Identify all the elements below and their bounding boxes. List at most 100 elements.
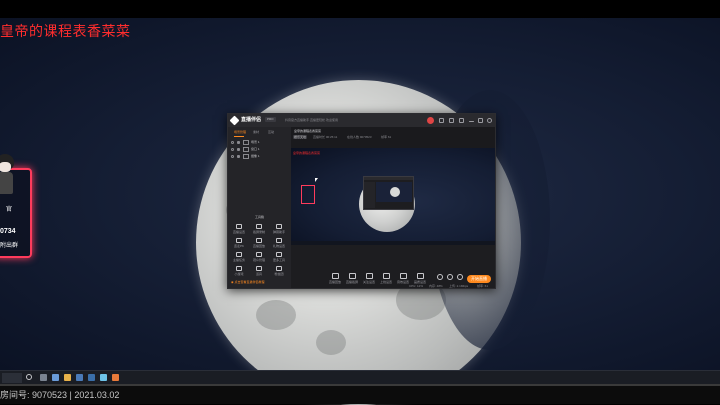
tool-label: 道具 xyxy=(255,272,262,276)
user-avatar-icon[interactable] xyxy=(427,117,434,124)
active-tab-indicator xyxy=(234,136,244,137)
stream-title-overlay: 皇帝的课程表香菜菜 xyxy=(0,23,131,39)
tool-label: 截屏录制 xyxy=(252,230,265,234)
preview-overlay-title: 皇帝的课程表香菜菜 xyxy=(293,151,321,155)
visibility-icon[interactable] xyxy=(231,155,234,158)
bottom-toolbar: 直播回放 直播截屏 关注设置 上线设置 音效设置 画质设置 开始直播 xyxy=(291,245,495,288)
camera-toggle-icon[interactable] xyxy=(457,274,463,280)
app-icon[interactable] xyxy=(88,374,95,381)
camera-icon xyxy=(349,273,356,279)
card-text-line3: 附出群 xyxy=(0,243,19,249)
scene-label: 摄像 1 xyxy=(251,154,260,158)
moon-crater xyxy=(256,300,296,330)
tool-task[interactable]: 主播任务 xyxy=(230,252,248,263)
fps-readout: 帧率 61 xyxy=(381,135,392,139)
tool-audience[interactable]: 观众管理 xyxy=(250,252,268,263)
lock-icon[interactable] xyxy=(237,148,240,151)
audience-icon xyxy=(256,252,262,257)
preview-nested-titlebar xyxy=(364,177,413,180)
app-logo-icon xyxy=(229,115,240,126)
tool-fans[interactable]: 粉丝团 xyxy=(270,266,288,277)
start-button[interactable] xyxy=(2,373,22,383)
more-icon xyxy=(276,252,282,257)
version-badge[interactable]: PRO xyxy=(265,117,276,122)
tool-label: 小游戏 xyxy=(234,272,244,276)
explorer-icon[interactable] xyxy=(52,374,59,381)
settings-icon[interactable] xyxy=(439,118,444,123)
tool-danmaku[interactable]: 弹幕助手 xyxy=(270,224,288,235)
tool-label: 直播设置 xyxy=(232,230,245,234)
tool-gift[interactable]: 礼物设置 xyxy=(270,238,288,249)
preview-nested-window xyxy=(363,176,414,210)
app-icon[interactable] xyxy=(112,374,119,381)
fps-status: 帧率: 61 xyxy=(477,284,489,288)
scene-label: 窗口 1 xyxy=(251,147,260,151)
props-icon xyxy=(256,266,262,271)
visibility-icon[interactable] xyxy=(231,148,234,151)
tool-record[interactable]: 截屏录制 xyxy=(250,224,268,235)
tab-assets[interactable]: 素材 xyxy=(253,130,259,134)
room-title: 皇帝的课程表香菜菜 xyxy=(294,129,322,133)
main-area: 皇帝的课程表香菜菜 娱乐天地 直播时长 00:25:11 在线人数 907052… xyxy=(291,127,495,288)
lock-icon[interactable] xyxy=(237,141,240,144)
menu-icon[interactable] xyxy=(459,118,464,123)
lock-icon[interactable] xyxy=(237,155,240,158)
scene-item[interactable]: 窗口 1 xyxy=(231,147,288,152)
close-icon[interactable] xyxy=(487,118,492,123)
app-name: 直播伴侣 xyxy=(241,117,262,123)
tool-more[interactable]: 更多工具 xyxy=(270,252,288,263)
volume-icon[interactable] xyxy=(447,274,453,280)
message-icon[interactable] xyxy=(449,118,454,123)
search-icon[interactable] xyxy=(26,374,32,380)
replay-icon xyxy=(332,273,339,279)
avatar-face xyxy=(0,162,11,172)
upload-status: 上传: 2.1Mbps xyxy=(449,284,469,288)
room-category-tag[interactable]: 娱乐天地 xyxy=(293,135,308,139)
tool-props[interactable]: 道具 xyxy=(250,266,268,277)
tool-label: 更多工具 xyxy=(272,258,285,262)
top-letterbox xyxy=(0,0,720,18)
room-info-footer: 房间号: 9070523 | 2021.03.02 xyxy=(0,390,120,400)
live-duration: 直播时长 00:25:11 xyxy=(313,135,338,139)
live-companion-window[interactable]: 直播伴侣 PRO 抖音官方直播助手·直播更轻松·欢迎使用 场景管理 素材 互动 … xyxy=(227,113,496,289)
scene-item[interactable]: 场景 1 xyxy=(231,140,288,145)
tool-label: 粉丝团 xyxy=(274,272,284,276)
app-icon[interactable] xyxy=(76,374,83,381)
minimize-icon[interactable] xyxy=(469,121,474,122)
tab-interaction[interactable]: 互动 xyxy=(268,130,274,134)
start-live-button[interactable]: 开始直播 xyxy=(467,275,491,283)
maximize-icon[interactable] xyxy=(478,118,483,123)
tool-game[interactable]: 小游戏 xyxy=(230,266,248,277)
scene-item[interactable]: 摄像 1 xyxy=(231,154,288,159)
tool-label: 弹幕助手 xyxy=(272,230,285,234)
danmaku-icon xyxy=(276,224,282,229)
tool-label: 主播任务 xyxy=(232,258,245,262)
visibility-icon[interactable] xyxy=(231,141,234,144)
preview-nested-sidebar xyxy=(364,182,375,208)
scene-label: 场景 1 xyxy=(251,140,260,144)
window-titlebar[interactable]: 直播伴侣 PRO 抖音官方直播助手·直播更轻松·欢迎使用 xyxy=(228,114,495,127)
speaker-icon xyxy=(400,273,407,279)
folder-icon[interactable] xyxy=(64,374,71,381)
tool-replay[interactable]: 直播回放 xyxy=(250,238,268,249)
task-view-icon[interactable] xyxy=(40,374,47,381)
notice-text[interactable]: 抖音官方直播助手·直播更轻松·欢迎使用 xyxy=(285,118,338,122)
tool-live-settings[interactable]: 直播设置 xyxy=(230,224,248,235)
tool-label: 连麦PK xyxy=(233,244,244,248)
tutorial-link[interactable]: ◉ 点击查看直播伴侣教程 xyxy=(231,280,264,284)
cpu-status: CPU: 12% xyxy=(409,284,424,288)
avatar-body xyxy=(0,172,13,194)
gift-icon xyxy=(276,238,282,243)
stream-preview[interactable]: 皇帝的课程表香菜菜 xyxy=(291,148,495,245)
tab-scenes[interactable]: 场景管理 xyxy=(234,130,246,134)
preview-nested-moon xyxy=(390,187,400,197)
game-icon xyxy=(236,266,242,271)
mic-icon[interactable] xyxy=(437,274,443,280)
card-text-line1: 官 xyxy=(6,207,13,213)
windows-taskbar xyxy=(0,370,720,385)
app-icon[interactable] xyxy=(100,374,107,381)
replay-icon xyxy=(256,238,262,243)
video-icon xyxy=(417,273,424,279)
tool-pk[interactable]: 连麦PK xyxy=(230,238,248,249)
record-icon xyxy=(256,224,262,229)
